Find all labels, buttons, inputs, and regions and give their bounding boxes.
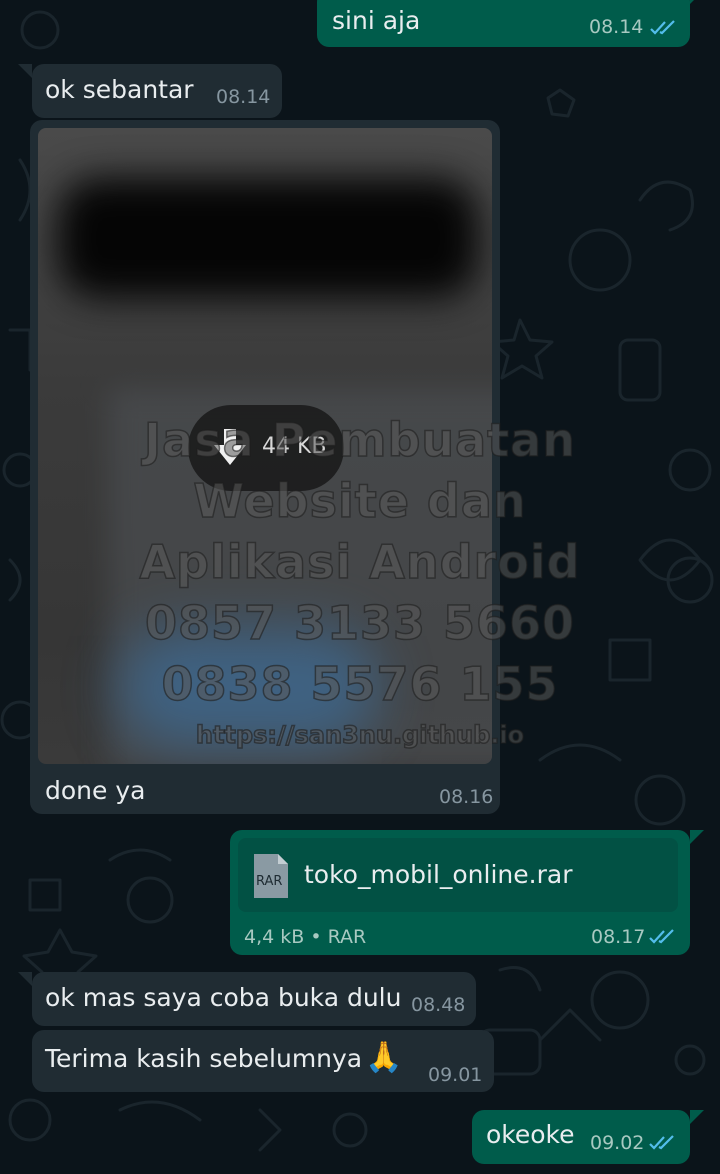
image-caption: done ya xyxy=(45,776,146,805)
double-check-icon xyxy=(649,929,674,944)
image-thumbnail[interactable]: 44 KB xyxy=(38,128,492,764)
file-type-label: RAR xyxy=(256,874,283,889)
message-text: ok sebantar xyxy=(45,75,194,104)
download-size: 44 KB xyxy=(262,434,327,459)
message-time: 08.14 xyxy=(216,86,271,108)
file-name: toko_mobil_online.rar xyxy=(304,860,573,889)
message-incoming[interactable]: ok sebantar 08.14 xyxy=(18,64,282,118)
message-text: ok mas saya coba buka dulu xyxy=(45,983,402,1012)
message-outgoing[interactable]: okeoke 09.02 xyxy=(472,1110,704,1164)
message-time: 09.02 xyxy=(590,1132,645,1154)
double-check-icon xyxy=(650,20,675,35)
message-outgoing[interactable]: sini aja 08.14 xyxy=(317,0,704,47)
file-attachment[interactable]: RAR toko_mobil_online.rar xyxy=(238,838,678,912)
double-check-icon xyxy=(649,1135,674,1150)
download-icon xyxy=(214,429,246,465)
message-text: Terima kasih sebelumnya xyxy=(45,1044,363,1073)
message-time: 08.16 xyxy=(439,786,494,808)
message-incoming[interactable]: Terima kasih sebelumnya 🙏 09.01 xyxy=(32,1030,494,1092)
folded-hands-emoji: 🙏 xyxy=(365,1040,403,1075)
message-time: 08.48 xyxy=(411,994,466,1016)
download-button[interactable]: 44 KB xyxy=(188,405,344,491)
message-time: 08.14 xyxy=(589,16,644,38)
message-outgoing-file[interactable]: RAR toko_mobil_online.rar 4,4 kB • RAR 0… xyxy=(230,830,704,955)
message-text: sini aja xyxy=(332,6,421,35)
file-meta: 4,4 kB • RAR xyxy=(244,926,367,948)
message-incoming[interactable]: ok mas saya coba buka dulu 08.48 xyxy=(18,972,476,1026)
message-incoming-image[interactable]: 44 KB done ya 08.16 xyxy=(30,120,500,814)
message-time: 08.17 xyxy=(591,926,646,948)
message-time: 09.01 xyxy=(428,1064,483,1086)
message-text: okeoke xyxy=(486,1120,575,1149)
